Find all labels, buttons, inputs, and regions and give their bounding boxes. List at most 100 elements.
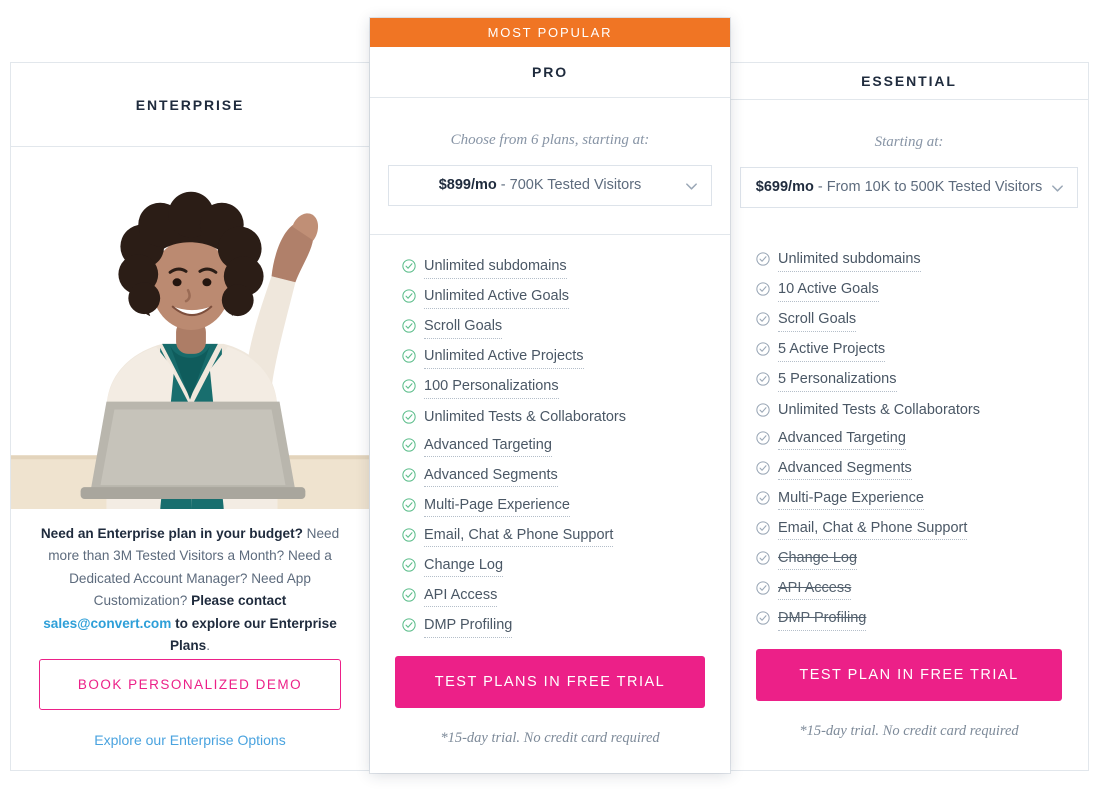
- check-circle-icon: [756, 282, 770, 296]
- pro-cta-area: TEST PLANS IN FREE TRIAL *15-day trial. …: [370, 656, 730, 773]
- feature-item: Unlimited Tests & Collaborators: [756, 401, 1088, 421]
- feature-label[interactable]: Multi-Page Experience: [424, 496, 570, 518]
- feature-label[interactable]: Unlimited Active Projects: [424, 347, 584, 369]
- pro-price-amount: $899/mo: [438, 177, 497, 194]
- pro-plan-select[interactable]: $899/mo - 700K Tested Visitors: [388, 165, 712, 207]
- plan-title: ESSENTIAL: [861, 73, 957, 90]
- plan-header-essential: ESSENTIAL: [730, 63, 1088, 101]
- check-circle-icon: [756, 521, 770, 535]
- feature-label[interactable]: 5 Personalizations: [778, 370, 897, 392]
- feature-label[interactable]: Email, Chat & Phone Support: [424, 526, 614, 548]
- test-plans-free-trial-button[interactable]: TEST PLANS IN FREE TRIAL: [395, 656, 705, 708]
- plan-card-pro: MOST POPULAR PRO Choose from 6 plans, st…: [370, 18, 730, 773]
- check-circle-icon: [402, 349, 416, 364]
- feature-item: Advanced Targeting: [402, 436, 730, 458]
- essential-price-amount: $699/mo: [755, 179, 814, 196]
- feature-label[interactable]: Advanced Segments: [424, 466, 558, 488]
- check-circle-icon: [402, 558, 416, 572]
- check-circle-icon: [402, 409, 416, 424]
- feature-label[interactable]: DMP Profiling: [424, 616, 513, 638]
- check-circle-icon: [756, 312, 770, 326]
- pro-feature-list: Unlimited subdomains Unlimited Active Goa…: [370, 235, 730, 656]
- feature-label: Unlimited Tests & Collaborators: [424, 408, 627, 425]
- feature-label[interactable]: Unlimited subdomains: [424, 257, 567, 279]
- feature-item: Advanced Segments: [402, 466, 730, 488]
- sales-email-link[interactable]: sales@convert.com: [43, 616, 171, 631]
- essential-starting-at-label: Starting at:: [874, 134, 944, 151]
- enterprise-cta-area: BOOK PERSONALIZED DEMO Explore our Enter…: [11, 659, 369, 770]
- feature-label[interactable]: Email, Chat & Phone Support: [778, 519, 968, 541]
- pro-price-separator: -: [496, 177, 510, 194]
- feature-item: Email, Chat & Phone Support: [756, 519, 1088, 541]
- feature-label[interactable]: API Access: [424, 586, 498, 608]
- pro-starting-at-label: Choose from 6 plans, starting at:: [450, 132, 650, 149]
- essential-feature-list: Unlimited subdomains 10 Active Goals Scrol…: [730, 228, 1088, 649]
- feature-label[interactable]: DMP Profiling: [778, 609, 867, 631]
- feature-label[interactable]: Unlimited Active Goals: [424, 287, 570, 309]
- feature-label[interactable]: Advanced Segments: [778, 459, 912, 481]
- feature-item: Advanced Segments: [756, 459, 1088, 481]
- feature-label[interactable]: Unlimited subdomains: [778, 250, 921, 272]
- enterprise-description: Need an Enterprise plan in your budget? …: [11, 509, 369, 658]
- essential-price-block: Starting at: $699/mo - From 10K to 500K …: [730, 100, 1088, 228]
- feature-label[interactable]: Change Log: [424, 556, 504, 578]
- feature-label[interactable]: Advanced Targeting: [424, 436, 552, 458]
- check-circle-icon: [756, 252, 770, 266]
- check-circle-icon: [402, 259, 416, 273]
- essential-cta-area: TEST PLAN IN FREE TRIAL *15-day trial. N…: [730, 649, 1088, 770]
- check-circle-icon: [402, 588, 416, 602]
- check-circle-icon: [756, 551, 770, 565]
- feature-item: DMP Profiling: [756, 609, 1088, 631]
- plan-header-pro: PRO: [370, 47, 730, 99]
- essential-price-separator: -: [813, 179, 827, 196]
- feature-item: Unlimited subdomains: [756, 250, 1088, 272]
- feature-label: Unlimited Tests & Collaborators: [778, 401, 981, 418]
- plan-title: PRO: [531, 63, 569, 80]
- feature-item: Scroll Goals: [756, 310, 1088, 332]
- check-circle-icon: [756, 402, 770, 417]
- chevron-down-icon: [1050, 180, 1065, 195]
- check-circle-icon: [402, 528, 416, 542]
- feature-label[interactable]: API Access: [778, 579, 852, 601]
- explore-enterprise-options-link[interactable]: Explore our Enterprise Options: [39, 732, 341, 748]
- most-popular-badge: MOST POPULAR: [370, 18, 730, 47]
- feature-item: Change Log: [402, 556, 730, 578]
- feature-item: DMP Profiling: [402, 616, 730, 638]
- enterprise-hero-photo: [11, 147, 369, 509]
- feature-label[interactable]: Multi-Page Experience: [778, 489, 924, 511]
- check-circle-icon: [756, 581, 770, 595]
- feature-label[interactable]: 5 Active Projects: [778, 340, 886, 362]
- feature-label[interactable]: Scroll Goals: [778, 310, 857, 332]
- feature-item: Unlimited subdomains: [402, 257, 730, 279]
- feature-label[interactable]: Advanced Targeting: [778, 429, 906, 451]
- check-circle-icon: [756, 460, 770, 475]
- feature-item: Unlimited Active Projects: [402, 347, 730, 369]
- enterprise-contact-lead: Please contact: [191, 593, 287, 609]
- check-circle-icon: [756, 342, 770, 357]
- test-plan-free-trial-button[interactable]: TEST PLAN IN FREE TRIAL: [756, 649, 1062, 701]
- enterprise-lead: Need an Enterprise plan in your budget?: [40, 526, 303, 541]
- feature-label[interactable]: Scroll Goals: [424, 317, 503, 339]
- chevron-down-icon: [684, 178, 699, 193]
- pro-price-block: Choose from 6 plans, starting at: $899/m…: [370, 98, 730, 236]
- feature-item: Email, Chat & Phone Support: [402, 526, 730, 548]
- feature-item: 10 Active Goals: [756, 280, 1088, 302]
- essential-plan-select[interactable]: $699/mo - From 10K to 500K Tested Visito…: [740, 167, 1078, 209]
- check-circle-icon: [402, 618, 416, 632]
- feature-item: Unlimited Tests & Collaborators: [402, 408, 730, 428]
- feature-label[interactable]: Change Log: [778, 549, 858, 571]
- feature-item: Advanced Targeting: [756, 429, 1088, 451]
- book-personalized-demo-button[interactable]: BOOK PERSONALIZED DEMO: [39, 659, 341, 710]
- feature-label[interactable]: 100 Personalizations: [424, 377, 559, 399]
- essential-trial-note: *15-day trial. No credit card required: [799, 723, 1019, 739]
- pro-price-detail: 700K Tested Visitors: [509, 177, 642, 194]
- check-circle-icon: [756, 611, 770, 625]
- essential-price-detail: From 10K to 500K Tested Visitors: [826, 179, 1043, 196]
- feature-label[interactable]: 10 Active Goals: [778, 280, 879, 302]
- feature-item: 5 Personalizations: [756, 370, 1088, 392]
- feature-item: Multi-Page Experience: [402, 496, 730, 518]
- plan-header-enterprise: ENTERPRISE: [11, 63, 369, 147]
- feature-item: API Access: [402, 586, 730, 608]
- feature-item: 100 Personalizations: [402, 377, 730, 399]
- check-circle-icon: [402, 379, 416, 394]
